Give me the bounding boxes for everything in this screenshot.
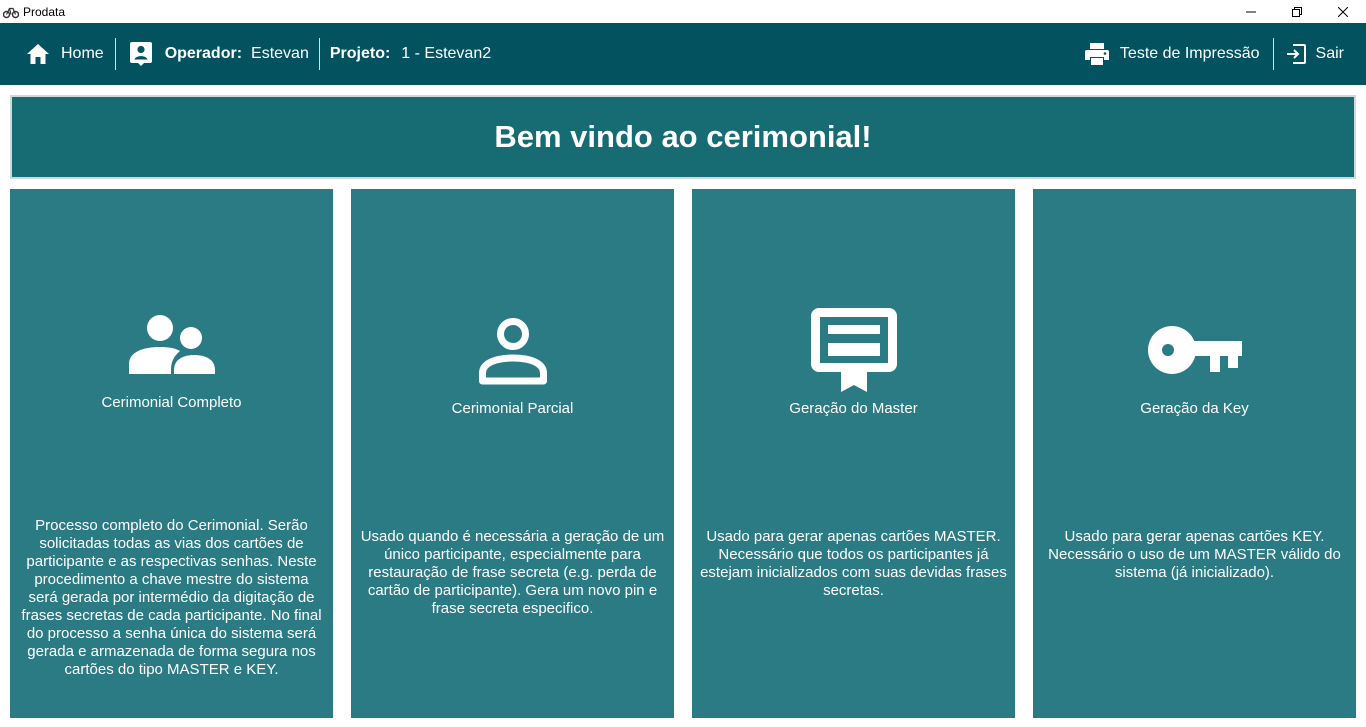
contact-card-icon [129, 42, 152, 66]
restore-icon [1292, 6, 1302, 17]
minimize-icon [1246, 11, 1256, 12]
project-info: Projeto: 1 - Estevan2 [330, 38, 491, 70]
card-description: Processo completo do Cerimonial. Serão s… [21, 517, 322, 678]
printer-icon [1084, 43, 1109, 65]
users-icon [10, 314, 333, 376]
print-test-label: Teste de Impressão [1119, 45, 1260, 62]
logout-icon [1286, 44, 1306, 64]
logout-label: Sair [1315, 45, 1344, 62]
card-cerimonial-parcial[interactable]: Cerimonial Parcial Usado quando é necess… [351, 189, 674, 718]
top-navigation: Home Operador: Estevan Projeto: 1 - Este… [0, 23, 1366, 85]
card-description: Usado quando é necessária a geração de u… [360, 528, 665, 617]
welcome-title: Bem vindo ao cerimonial! [494, 119, 872, 154]
card-description: Usado para gerar apenas cartões MASTER. … [700, 528, 1007, 599]
nav-divider [318, 38, 320, 70]
card-title: Geração do Master [789, 400, 918, 417]
card-geracao-key[interactable]: Geração da Key Usado para gerar apenas c… [1033, 189, 1356, 718]
card-title: Geração da Key [1140, 400, 1249, 417]
nav-actions: Teste de Impressão Sair [1084, 23, 1366, 85]
card-geracao-master[interactable]: Geração do Master Usado para gerar apena… [692, 189, 1015, 718]
minimize-button[interactable] [1228, 0, 1274, 23]
print-test-button[interactable]: Teste de Impressão [1084, 38, 1260, 70]
card-title: Cerimonial Parcial [451, 400, 574, 417]
welcome-banner: Bem vindo ao cerimonial! [10, 95, 1356, 179]
bike-icon [3, 4, 19, 20]
logout-button[interactable]: Sair [1285, 38, 1344, 70]
nav-divider [1272, 38, 1274, 70]
home-label: Home [61, 45, 104, 62]
operator-label: Operador: [164, 45, 243, 62]
card-title: Cerimonial Completo [101, 394, 242, 411]
window-controls [1228, 0, 1366, 23]
operator-value: Estevan [251, 45, 309, 62]
window-titlebar: Prodata [0, 0, 1366, 23]
window-title: Prodata [23, 4, 66, 19]
project-value: 1 - Estevan2 [401, 45, 492, 62]
operator-info: Operador: Estevan [129, 38, 309, 70]
card-cerimonial-completo[interactable]: Cerimonial Completo Processo completo do… [10, 189, 333, 718]
close-button[interactable] [1320, 0, 1366, 23]
key-icon [1033, 324, 1356, 376]
home-icon [27, 44, 49, 64]
certificate-card-icon [692, 308, 1015, 392]
user-icon [351, 317, 674, 385]
card-description: Usado para gerar apenas cartões KEY. Nec… [1048, 528, 1341, 581]
close-icon [1338, 6, 1348, 17]
restore-button[interactable] [1274, 0, 1320, 23]
nav-divider [114, 38, 116, 70]
project-label: Projeto: [329, 45, 391, 62]
home-link[interactable]: Home [26, 38, 104, 70]
